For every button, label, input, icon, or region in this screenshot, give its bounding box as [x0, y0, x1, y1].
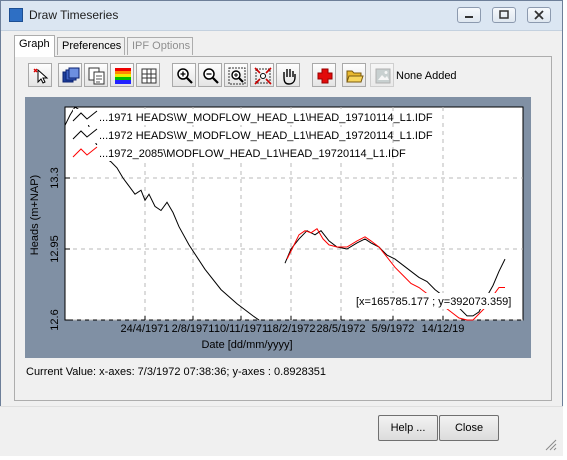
copy-button[interactable]: [84, 63, 108, 87]
x-tick-label: 24/4/1971: [121, 323, 170, 335]
add-timeseries-button[interactable]: [312, 63, 336, 87]
open-folder-button[interactable]: [342, 63, 366, 87]
zoom-extent-icon: [254, 67, 272, 85]
color-legend-button[interactable]: [110, 63, 134, 87]
close-button[interactable]: Close: [439, 415, 499, 441]
x-tick-label: 5/9/1972: [372, 323, 415, 335]
minimize-button[interactable]: [457, 7, 481, 23]
x-tick-label: 18/2/1972: [267, 323, 316, 335]
timeseries-chart[interactable]: 24/4/1971 2/8/1971 10/11/197118/2/1972 28/5…: [25, 97, 531, 358]
minimize-icon: [465, 16, 473, 18]
close-window-button[interactable]: [527, 7, 551, 23]
zoom-in-icon: [177, 68, 193, 84]
open-folder-icon: [346, 70, 364, 83]
tab-graph[interactable]: Graph: [14, 35, 55, 57]
title-bar[interactable]: Draw Timeseries: [1, 1, 562, 31]
zoom-out-button[interactable]: [198, 63, 222, 87]
layers-status-text: None Added: [396, 70, 457, 82]
legend: ...1971 HEADS\W_MODFLOW_HEAD_L1\HEAD_197…: [72, 109, 433, 161]
select-button[interactable]: [28, 63, 52, 87]
x-tick-label: 28/5/1972: [317, 323, 366, 335]
zoom-window-icon: [228, 67, 246, 85]
plot-panel: 24/4/1971 2/8/1971 10/11/1971 18/2/1972 28/5…: [25, 97, 531, 358]
zoom-in-button[interactable]: [172, 63, 196, 87]
x-axis-label: Date [dd/mm/yyyy]: [201, 339, 292, 351]
cursor-readout-text: [x=165785.177 ; y=392073.359]: [356, 296, 511, 308]
app-icon: [9, 8, 23, 22]
y-axis-label: Heads (m+NAP): [29, 175, 41, 255]
color-legend-icon: [115, 68, 131, 84]
x-tick-label: 14/12/19: [422, 323, 465, 335]
cursor-readout: [x=165785.177 ; y=392073.359]: [354, 293, 511, 309]
window-title: Draw Timeseries: [29, 8, 119, 22]
maximize-icon: [499, 10, 509, 19]
select-pointer-icon: [33, 68, 49, 84]
layers-button[interactable]: [58, 63, 82, 87]
x-tick-label: 10/11/1971: [214, 323, 268, 335]
pan-button[interactable]: [276, 63, 300, 87]
resize-grip-icon[interactable]: [543, 437, 557, 451]
x-tick-label: 2/8/1971: [172, 323, 215, 335]
legend-label-2: ...1972 HEADS\W_MODFLOW_HEAD_L1\HEAD_197…: [99, 130, 433, 142]
add-icon: [317, 68, 333, 84]
y-tick-label: 12.95: [49, 235, 61, 263]
legend-label-1: ...1971 HEADS\W_MODFLOW_HEAD_L1\HEAD_197…: [99, 112, 433, 124]
y-tick-label: 12.6: [49, 309, 61, 330]
tab-preferences[interactable]: Preferences: [57, 37, 125, 55]
y-tick-label: 13.3: [49, 167, 61, 188]
disabled-image-icon: [375, 68, 391, 84]
current-value-status: Current Value: x-axes: 7/3/1972 07:38:36…: [26, 366, 327, 378]
legend-label-3: ...1972_2085\MODFLOW_HEAD_L1\HEAD_197201…: [99, 148, 406, 160]
pan-hand-icon: [283, 69, 296, 85]
zoom-window-button[interactable]: [224, 63, 248, 87]
help-button[interactable]: Help ...: [378, 415, 438, 441]
image-button[interactable]: [370, 63, 394, 87]
table-button[interactable]: [136, 63, 160, 87]
copy-icon: [88, 67, 105, 85]
close-icon: [534, 10, 544, 20]
table-grid-icon: [141, 68, 157, 84]
maximize-button[interactable]: [492, 7, 516, 23]
zoom-extent-button[interactable]: [250, 63, 274, 87]
zoom-out-icon: [203, 68, 219, 84]
dialog-footer: Help ... Close: [0, 406, 563, 456]
layers-icon: [62, 67, 80, 83]
tab-ipf-options[interactable]: IPF Options: [127, 37, 193, 55]
